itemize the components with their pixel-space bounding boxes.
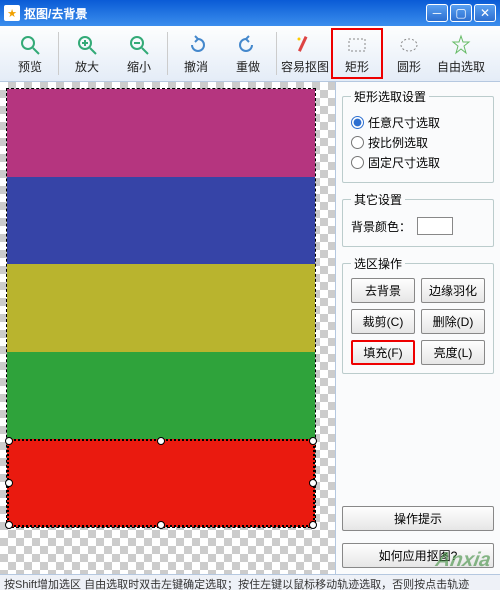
window-title: 抠图/去背景 — [24, 5, 424, 22]
ellipse-tool-button[interactable]: 圆形 — [383, 28, 435, 79]
close-button[interactable]: ✕ — [474, 4, 496, 22]
how-to-button[interactable]: 如何应用抠图? — [342, 543, 494, 568]
feather-button[interactable]: 边缘羽化 — [421, 278, 485, 303]
selection-rectangle[interactable] — [7, 439, 315, 527]
maximize-button[interactable]: ▢ — [450, 4, 472, 22]
other-settings-group: 其它设置 背景颜色： — [342, 191, 494, 247]
rect-settings-group: 矩形选取设置 任意尺寸选取 按比例选取 固定尺寸选取 — [342, 88, 494, 183]
undo-button[interactable]: 撤消 — [170, 28, 222, 79]
easy-cutout-button[interactable]: 容易抠图 — [279, 28, 331, 79]
selection-stripe — [7, 439, 315, 527]
radio-fixed[interactable]: 固定尺寸选取 — [351, 154, 485, 171]
radio-ratio[interactable]: 按比例选取 — [351, 134, 485, 151]
magnifier-icon — [18, 32, 42, 58]
selection-ops-group: 选区操作 去背景 边缘羽化 裁剪(C) 删除(D) 填充(F) 亮度(L) — [342, 255, 494, 374]
sidebar: 矩形选取设置 任意尺寸选取 按比例选取 固定尺寸选取 其它设置 背景颜色： 选区… — [335, 82, 500, 574]
zoom-in-icon — [75, 32, 99, 58]
preview-button[interactable]: 预览 — [4, 28, 56, 79]
redo-icon — [236, 32, 260, 58]
app-icon: ★ — [4, 5, 20, 21]
crop-button[interactable]: 裁剪(C) — [351, 309, 415, 334]
remove-bg-button[interactable]: 去背景 — [351, 278, 415, 303]
statusbar: 按Shift增加选区 自由选取时双击左键确定选取；按住左键以鼠标移动轨迹选取，否… — [0, 574, 500, 590]
ellipse-icon — [397, 32, 421, 58]
brightness-button[interactable]: 亮度(L) — [421, 340, 485, 365]
freehand-tool-button[interactable]: 自由选取 — [435, 28, 487, 79]
toolbar: 预览 放大 缩小 撤消 重做 容易抠图 矩形 圆形 自由选取 — [0, 26, 500, 82]
bg-color-picker[interactable] — [417, 217, 453, 235]
redo-button[interactable]: 重做 — [222, 28, 274, 79]
bg-color-label: 背景颜色： — [351, 218, 411, 235]
wand-icon — [293, 32, 317, 58]
rectangle-tool-button[interactable]: 矩形 — [331, 28, 383, 79]
fill-button[interactable]: 填充(F) — [351, 340, 415, 365]
zoom-in-button[interactable]: 放大 — [61, 28, 113, 79]
undo-icon — [184, 32, 208, 58]
hints-button[interactable]: 操作提示 — [342, 506, 494, 531]
zoom-out-icon — [127, 32, 151, 58]
image-preview — [6, 88, 316, 528]
freehand-icon — [449, 32, 473, 58]
canvas-area[interactable] — [0, 82, 335, 574]
rectangle-icon — [345, 32, 369, 58]
titlebar: ★ 抠图/去背景 ─ ▢ ✕ — [0, 0, 500, 26]
zoom-out-button[interactable]: 缩小 — [113, 28, 165, 79]
minimize-button[interactable]: ─ — [426, 4, 448, 22]
radio-any-size[interactable]: 任意尺寸选取 — [351, 114, 485, 131]
delete-button[interactable]: 删除(D) — [421, 309, 485, 334]
